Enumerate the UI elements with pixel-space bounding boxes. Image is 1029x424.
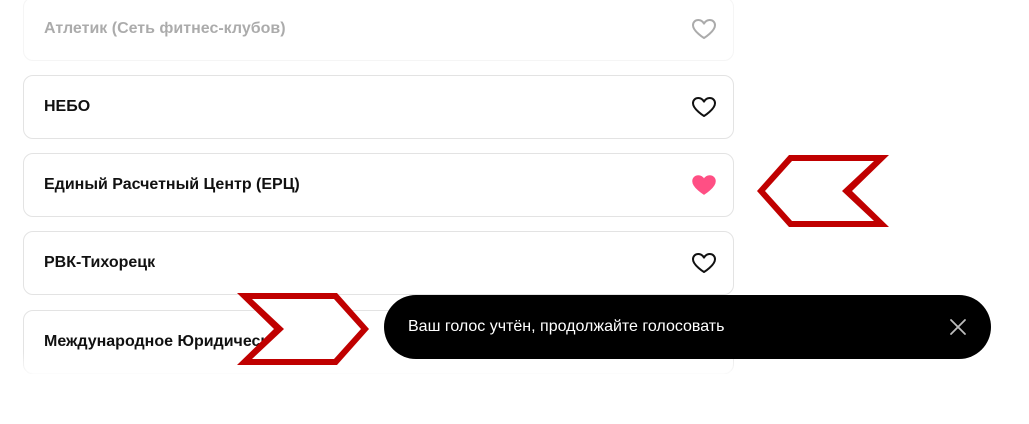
red-arrow-annotation <box>757 155 889 227</box>
heart-outline-icon[interactable] <box>691 252 717 274</box>
list-item-nebo[interactable]: НЕБО <box>23 75 734 139</box>
list-item-rvk-tikhoretsk[interactable]: РВК-Тихорецк <box>23 231 734 295</box>
close-icon[interactable] <box>948 317 968 337</box>
vote-confirmation-toast: Ваш голос учтён, продолжайте голосовать <box>384 295 991 359</box>
list-item-athletic[interactable]: Атлетик (Сеть фитнес-клубов) <box>23 0 734 61</box>
heart-outline-icon[interactable] <box>691 18 717 40</box>
list-item-label: РВК-Тихорецк <box>44 254 156 271</box>
list-item-label: НЕБО <box>44 98 91 115</box>
list-item-erc[interactable]: Единый Расчетный Центр (ЕРЦ) <box>23 153 734 217</box>
list-item-label: Атлетик (Сеть фитнес-клубов) <box>44 20 286 37</box>
voting-list-page: Атлетик (Сеть фитнес-клубов) НЕБО Единый… <box>0 0 1029 424</box>
heart-filled-icon[interactable] <box>691 174 717 196</box>
list-item-label: Единый Расчетный Центр (ЕРЦ) <box>44 176 300 193</box>
toast-message: Ваш голос учтён, продолжайте голосовать <box>408 318 725 335</box>
red-arrow-annotation <box>237 293 369 365</box>
heart-outline-icon[interactable] <box>691 96 717 118</box>
